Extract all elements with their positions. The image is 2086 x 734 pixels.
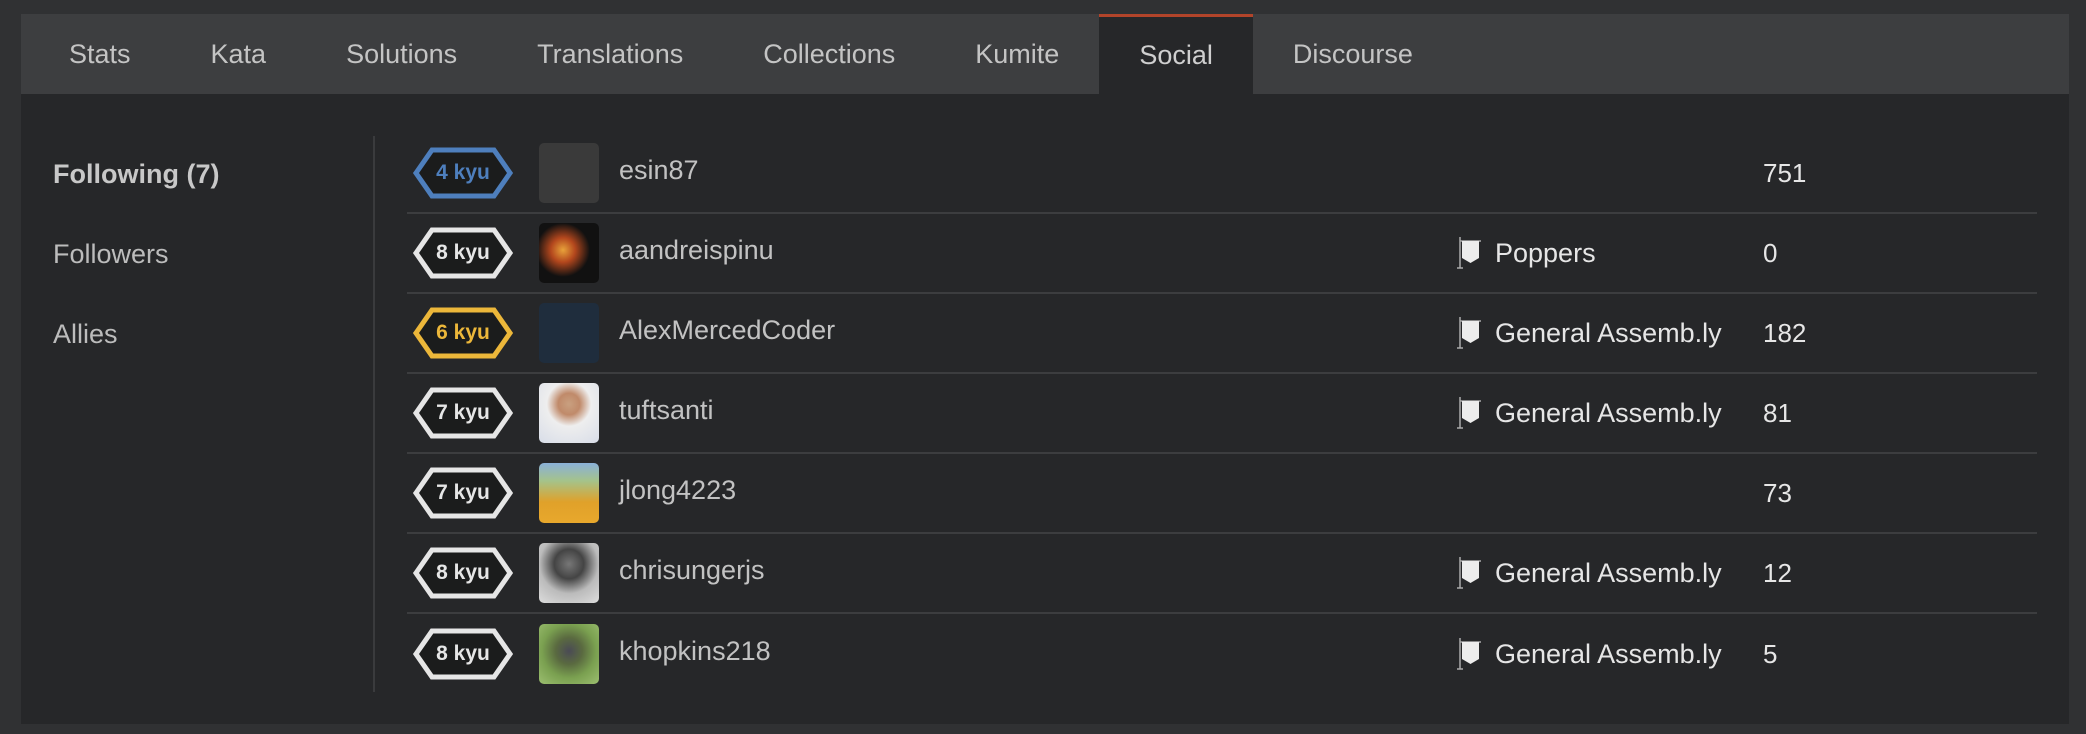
clan: Poppers	[1457, 236, 1596, 270]
tab-solutions[interactable]: Solutions	[306, 14, 497, 94]
profile-tabs: Stats Kata Solutions Translations Collec…	[21, 14, 2069, 94]
rank-badge[interactable]: 6 kyu	[413, 307, 513, 359]
sidebar-item-followers[interactable]: Followers	[53, 214, 373, 294]
clan-name: Poppers	[1495, 237, 1596, 268]
tab-collections[interactable]: Collections	[723, 14, 935, 94]
following-list: 4 kyu esin87 751 8 kyu aandreispinu Popp…	[407, 134, 2037, 694]
clan: General Assemb.ly	[1457, 556, 1722, 590]
rank-label: 8 kyu	[436, 642, 490, 665]
username-link[interactable]: tuftsanti	[619, 395, 714, 426]
rank-label: 8 kyu	[436, 561, 490, 584]
rank-label: 7 kyu	[436, 401, 490, 424]
clan-flag-icon	[1457, 237, 1481, 269]
user-row: 7 kyu jlong4223 73	[407, 454, 2037, 534]
honor-value: 73	[1763, 477, 1792, 508]
rank-label: 6 kyu	[436, 321, 490, 344]
rank-badge[interactable]: 7 kyu	[413, 467, 513, 519]
photo-avatar[interactable]	[539, 383, 599, 443]
user-row: 8 kyu khopkins218 General Assemb.ly 5	[407, 614, 2037, 694]
social-sidebar: Following (7) Followers Allies	[53, 134, 373, 374]
rank-label: 7 kyu	[436, 481, 490, 504]
username-link[interactable]: AlexMercedCoder	[619, 315, 835, 346]
rank-badge[interactable]: 4 kyu	[413, 147, 513, 199]
bitmoji-avatar[interactable]	[539, 143, 599, 203]
clan-flag-icon	[1457, 638, 1481, 670]
clan: General Assemb.ly	[1457, 396, 1722, 430]
clan: General Assemb.ly	[1457, 316, 1722, 350]
clan-name: General Assemb.ly	[1495, 557, 1722, 588]
user-row: 7 kyu tuftsanti General Assemb.ly 81	[407, 374, 2037, 454]
username-link[interactable]: aandreispinu	[619, 235, 774, 266]
joker-avatar[interactable]	[539, 223, 599, 283]
rank-badge[interactable]: 8 kyu	[413, 628, 513, 680]
clan: General Assemb.ly	[1457, 637, 1722, 671]
honor-value: 182	[1763, 317, 1807, 348]
clan-flag-icon	[1457, 397, 1481, 429]
rank-badge[interactable]: 7 kyu	[413, 387, 513, 439]
username-link[interactable]: chrisungerjs	[619, 555, 765, 586]
username-link[interactable]: khopkins218	[619, 636, 771, 667]
tab-kata[interactable]: Kata	[171, 14, 307, 94]
tab-stats[interactable]: Stats	[21, 14, 171, 94]
photo-avatar[interactable]	[539, 543, 599, 603]
clan-name: General Assemb.ly	[1495, 397, 1722, 428]
tab-social[interactable]: Social	[1099, 14, 1253, 94]
clan-name: General Assemb.ly	[1495, 317, 1722, 348]
tab-discourse[interactable]: Discourse	[1253, 14, 1453, 94]
user-row: 4 kyu esin87 751	[407, 134, 2037, 214]
sidebar-item-following[interactable]: Following (7)	[53, 134, 373, 214]
tab-translations[interactable]: Translations	[497, 14, 723, 94]
honor-value: 12	[1763, 557, 1792, 588]
clan-flag-icon	[1457, 317, 1481, 349]
photo-avatar[interactable]	[539, 624, 599, 684]
rank-label: 8 kyu	[436, 241, 490, 264]
tab-kumite[interactable]: Kumite	[935, 14, 1099, 94]
user-row: 6 kyu AlexMercedCoder General Assemb.ly …	[407, 294, 2037, 374]
username-link[interactable]: esin87	[619, 155, 699, 186]
honor-value: 0	[1763, 237, 1778, 268]
user-row: 8 kyu aandreispinu Poppers 0	[407, 214, 2037, 294]
honor-value: 5	[1763, 638, 1778, 669]
sidebar-item-allies[interactable]: Allies	[53, 294, 373, 374]
clan-name: General Assemb.ly	[1495, 638, 1722, 669]
photo-avatar[interactable]	[539, 463, 599, 523]
honor-value: 81	[1763, 397, 1792, 428]
cartoon-face-avatar[interactable]	[539, 303, 599, 363]
profile-panel: Stats Kata Solutions Translations Collec…	[21, 14, 2069, 724]
rank-badge[interactable]: 8 kyu	[413, 547, 513, 599]
user-row: 8 kyu chrisungerjs General Assemb.ly 12	[407, 534, 2037, 614]
rank-label: 4 kyu	[436, 161, 490, 184]
rank-badge[interactable]: 8 kyu	[413, 227, 513, 279]
sidebar-divider	[373, 136, 375, 692]
clan-flag-icon	[1457, 557, 1481, 589]
username-link[interactable]: jlong4223	[619, 475, 736, 506]
honor-value: 751	[1763, 157, 1807, 188]
